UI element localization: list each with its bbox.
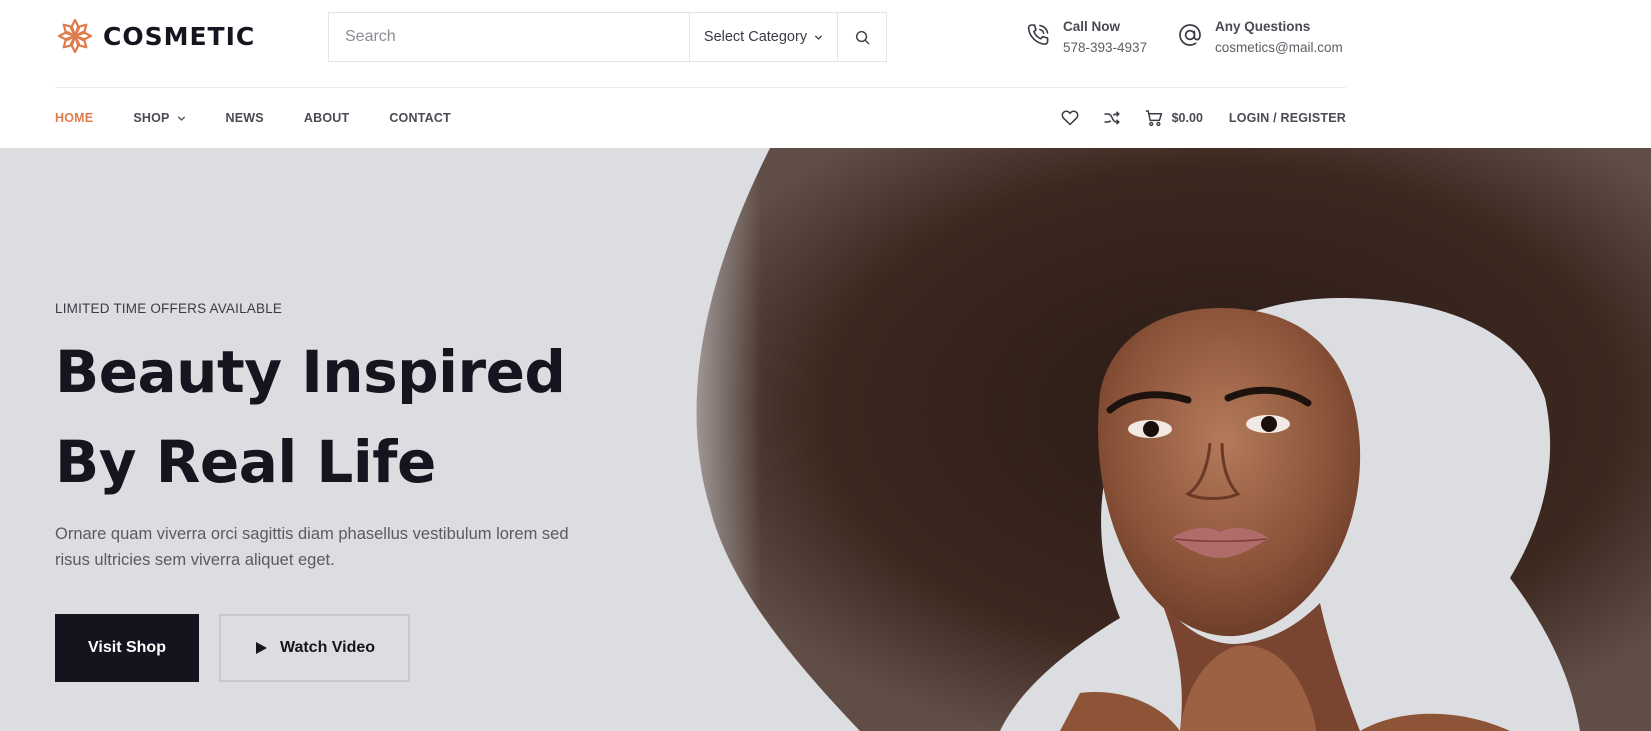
search-bar: Select Category (328, 12, 887, 62)
search-button[interactable] (837, 13, 886, 61)
top-header: COSMETIC Select Category Call Now 578-39… (0, 0, 1651, 88)
contact-email-title: Any Questions (1215, 19, 1311, 34)
cart-button[interactable]: $0.00 (1144, 108, 1203, 128)
contact-phone-title: Call Now (1063, 19, 1121, 34)
nav-item-label: HOME (55, 111, 94, 125)
nav-item-label: NEWS (225, 111, 264, 125)
login-register-link[interactable]: LOGIN / REGISTER (1229, 111, 1346, 125)
nav-item-label: ABOUT (303, 111, 350, 125)
hero-headline-line1: Beauty Inspired (55, 338, 566, 406)
phone-icon (1027, 24, 1049, 46)
nav-tools: $0.00 LOGIN / REGISTER (1038, 88, 1346, 148)
chevron-down-icon (177, 115, 185, 121)
main-nav: HOME SHOP NEWS ABOUT CONTACT $0.00 LOGIN… (55, 87, 1346, 148)
contact-phone[interactable]: Call Now 578-393-4937 (1025, 18, 1147, 57)
wishlist-button[interactable] (1060, 108, 1080, 128)
cart-icon (1145, 110, 1162, 127)
flower-icon (57, 18, 93, 54)
search-input[interactable] (329, 13, 689, 61)
contact-email-address: cosmetics@mail.com (1215, 40, 1343, 55)
contact-email[interactable]: Any Questions cosmetics@mail.com (1177, 18, 1343, 57)
contact-phone-number: 578-393-4937 (1063, 40, 1148, 55)
shuffle-icon (1104, 111, 1120, 125)
hero-banner: LIMITED TIME OFFERS AVAILABLE Beauty Ins… (0, 148, 1651, 731)
nav-item-label: CONTACT (389, 111, 451, 125)
brand-name: COSMETIC (103, 21, 256, 51)
nav-item-contact[interactable]: CONTACT (389, 111, 451, 125)
heart-icon (1061, 110, 1079, 126)
hero-eyebrow: LIMITED TIME OFFERS AVAILABLE (55, 301, 283, 316)
hero-description: Ornare quam viverra orci sagittis diam p… (55, 525, 569, 569)
nav-item-shop[interactable]: SHOP (133, 111, 185, 125)
category-select-label: Select Category (703, 29, 808, 45)
nav-item-home[interactable]: HOME (55, 111, 93, 125)
visit-shop-button[interactable]: Visit Shop (55, 614, 199, 682)
nav-item-label: SHOP (133, 111, 170, 125)
category-select[interactable]: Select Category (689, 13, 837, 61)
chevron-down-icon (814, 34, 823, 40)
watch-video-label: Watch Video (279, 639, 376, 656)
nav-item-news[interactable]: NEWS (226, 111, 264, 125)
logo[interactable]: COSMETIC (55, 16, 255, 56)
nav-links: HOME SHOP NEWS ABOUT CONTACT (55, 88, 491, 148)
play-icon (255, 642, 267, 654)
hero-model-image (640, 148, 1651, 731)
search-icon (855, 30, 869, 44)
at-icon (1179, 24, 1201, 46)
compare-button[interactable] (1102, 108, 1122, 128)
watch-video-button[interactable]: Watch Video (219, 614, 410, 682)
hero-headline-line2: By Real Life (55, 428, 436, 496)
nav-item-about[interactable]: ABOUT (304, 111, 349, 125)
cart-total: $0.00 (1171, 111, 1203, 125)
